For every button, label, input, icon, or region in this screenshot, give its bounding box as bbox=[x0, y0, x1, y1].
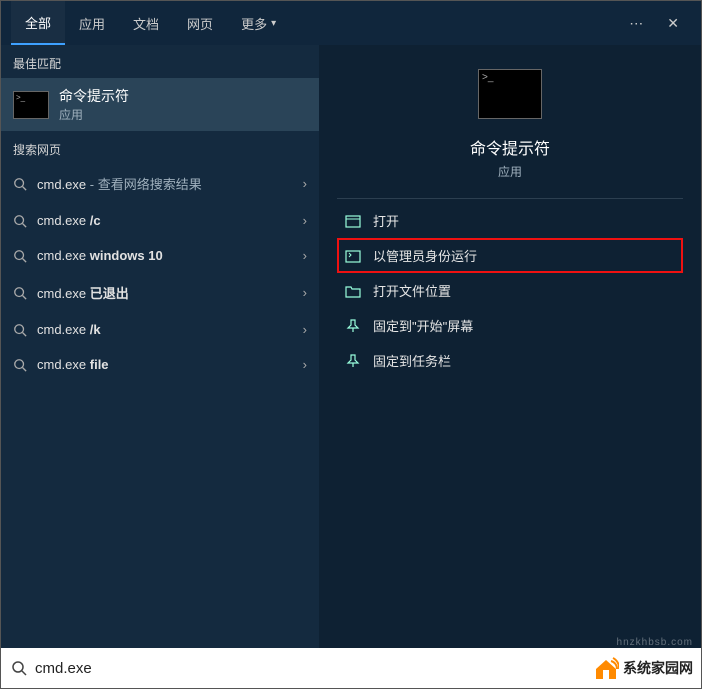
more-options-button[interactable]: ⋯ bbox=[617, 15, 655, 32]
action-pin-start[interactable]: 固定到"开始"屏幕 bbox=[337, 308, 683, 343]
chevron-right-icon: › bbox=[303, 248, 307, 263]
search-icon bbox=[13, 249, 27, 263]
action-pin-taskbar[interactable]: 固定到任务栏 bbox=[337, 343, 683, 378]
search-input[interactable] bbox=[35, 660, 579, 677]
chevron-right-icon: › bbox=[303, 285, 307, 300]
tab-apps[interactable]: 应用 bbox=[65, 1, 119, 45]
bestmatch-title: 命令提示符 bbox=[59, 86, 129, 106]
searchweb-header: 搜索网页 bbox=[1, 131, 319, 164]
tab-all[interactable]: 全部 bbox=[11, 1, 65, 45]
search-icon bbox=[13, 177, 27, 191]
folder-icon bbox=[345, 284, 361, 298]
web-result-5[interactable]: cmd.exe file › bbox=[1, 347, 319, 382]
bestmatch-header: 最佳匹配 bbox=[1, 45, 319, 78]
watermark: hnzkhbsb.com bbox=[617, 637, 693, 648]
results-pane: 最佳匹配 命令提示符 应用 搜索网页 cmd.exe - 查看网络搜索结果 › … bbox=[1, 45, 319, 648]
open-icon bbox=[345, 214, 361, 228]
action-run-as-admin[interactable]: 以管理员身份运行 bbox=[337, 238, 683, 273]
tab-web[interactable]: 网页 bbox=[173, 1, 227, 45]
search-icon bbox=[11, 660, 27, 676]
chevron-down-icon: ▾ bbox=[271, 18, 276, 29]
chevron-right-icon: › bbox=[303, 322, 307, 337]
search-icon bbox=[13, 286, 27, 300]
preview-title: 命令提示符 bbox=[470, 135, 550, 159]
action-open[interactable]: 打开 bbox=[337, 203, 683, 238]
search-icon bbox=[13, 358, 27, 372]
search-icon bbox=[13, 323, 27, 337]
admin-icon bbox=[345, 249, 361, 263]
pin-taskbar-icon bbox=[345, 354, 361, 368]
cmd-preview-icon bbox=[478, 69, 542, 119]
bestmatch-item[interactable]: 命令提示符 应用 bbox=[1, 78, 319, 131]
preview-pane: 命令提示符 应用 打开 以管理员身份运行 打开文件位置 固定到"开始"屏幕 bbox=[319, 45, 701, 648]
bestmatch-subtitle: 应用 bbox=[59, 106, 129, 123]
brand-logo-icon bbox=[593, 655, 619, 681]
close-button[interactable]: ✕ bbox=[655, 15, 691, 32]
search-box[interactable] bbox=[1, 648, 589, 688]
chevron-right-icon: › bbox=[303, 213, 307, 228]
web-result-0[interactable]: cmd.exe - 查看网络搜索结果 › bbox=[1, 164, 319, 203]
preview-subtitle: 应用 bbox=[498, 163, 522, 180]
action-open-file-location[interactable]: 打开文件位置 bbox=[337, 273, 683, 308]
cmd-icon bbox=[13, 91, 49, 119]
bottom-bar: 系统家园网 bbox=[1, 648, 701, 688]
web-result-4[interactable]: cmd.exe /k › bbox=[1, 312, 319, 347]
web-result-2[interactable]: cmd.exe windows 10 › bbox=[1, 238, 319, 273]
top-bar: 全部 应用 文档 网页 更多▾ ⋯ ✕ bbox=[1, 1, 701, 45]
web-result-3[interactable]: cmd.exe 已退出 › bbox=[1, 273, 319, 312]
tab-more[interactable]: 更多▾ bbox=[227, 1, 290, 45]
search-icon bbox=[13, 214, 27, 228]
web-result-1[interactable]: cmd.exe /c › bbox=[1, 203, 319, 238]
chevron-right-icon: › bbox=[303, 176, 307, 191]
chevron-right-icon: › bbox=[303, 357, 307, 372]
site-brand: 系统家园网 bbox=[589, 648, 701, 688]
pin-start-icon bbox=[345, 319, 361, 333]
filter-tabs: 全部 应用 文档 网页 更多▾ bbox=[11, 1, 290, 45]
divider bbox=[337, 198, 683, 199]
main-area: 最佳匹配 命令提示符 应用 搜索网页 cmd.exe - 查看网络搜索结果 › … bbox=[1, 45, 701, 648]
tab-docs[interactable]: 文档 bbox=[119, 1, 173, 45]
